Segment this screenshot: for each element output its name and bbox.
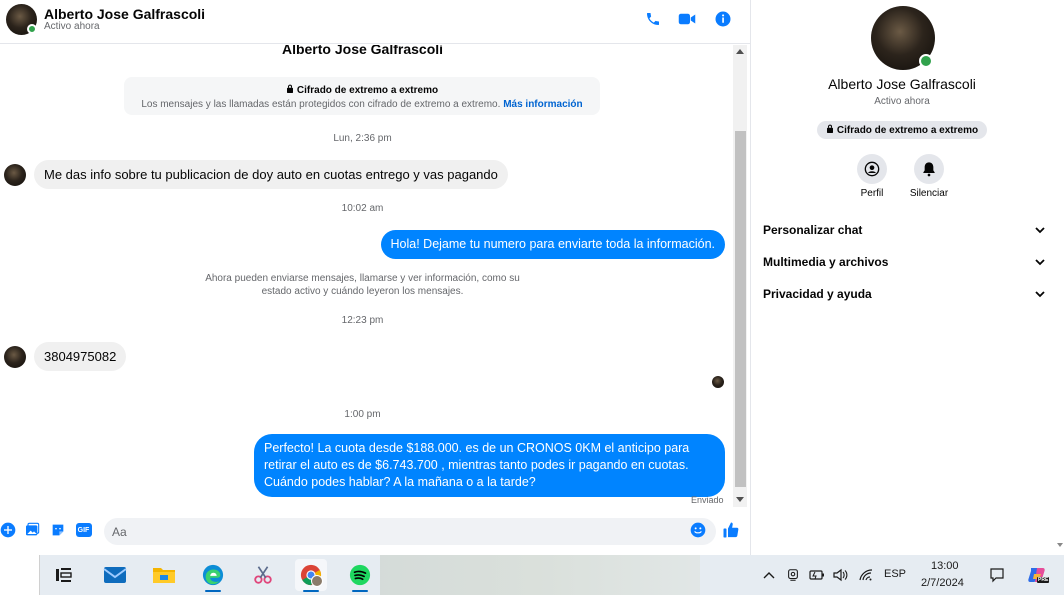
encryption-badge-label: Cifrado de extremo a extremo: [836, 124, 979, 136]
copilot-icon[interactable]: PRE: [1027, 565, 1050, 585]
encryption-badge[interactable]: Cifrado de extremo a extremo: [817, 121, 987, 139]
volume-icon[interactable]: [832, 567, 848, 583]
encryption-title: Cifrado de extremo a extremo: [296, 84, 439, 96]
mute-button[interactable]: Silenciar: [899, 154, 959, 199]
chevron-up-icon[interactable]: [761, 567, 777, 583]
mail-icon[interactable]: [99, 559, 131, 591]
profile-icon: [857, 154, 887, 184]
sender-avatar[interactable]: [4, 346, 26, 368]
task-view-icon[interactable]: [48, 559, 80, 591]
edge-icon[interactable]: [197, 559, 229, 592]
clock-date[interactable]: 2/7/2024: [921, 577, 964, 589]
chevron-down-icon: [1035, 255, 1045, 269]
gif-icon[interactable]: GIF: [75, 522, 92, 538]
scroll-up-arrow[interactable]: [736, 49, 744, 54]
thread-contact-name: Alberto Jose Galfrascoli: [281, 45, 444, 57]
section-label: Personalizar chat: [763, 223, 863, 237]
taskbar-search[interactable]: [0, 555, 40, 595]
profile-name[interactable]: Alberto Jose Galfrascoli: [751, 76, 1053, 92]
phone-icon[interactable]: [643, 9, 663, 29]
copilot-badge: PRE: [1037, 577, 1050, 583]
messenger-window: Alberto Jose Galfrascoli Activo ahora Al…: [0, 0, 1064, 555]
more-info-link[interactable]: Más información: [503, 99, 582, 110]
chevron-down-icon: [1035, 223, 1045, 237]
message-thread: Alberto Jose Galfrascoli Cifrado de extr…: [0, 45, 733, 507]
profile-status: Activo ahora: [874, 96, 930, 107]
emoji-icon[interactable]: [690, 522, 706, 538]
profile-button[interactable]: Perfil: [842, 154, 902, 199]
timestamp: 10:02 am: [341, 203, 384, 214]
sent-status: Enviado: [691, 495, 724, 505]
chrome-profile-avatar: [311, 575, 323, 587]
snipping-tool-icon[interactable]: [247, 559, 279, 591]
section-label: Multimedia y archivos: [763, 255, 889, 269]
video-icon[interactable]: [677, 9, 697, 29]
chevron-down-icon: [1035, 287, 1045, 301]
scroll-thumb[interactable]: [735, 131, 746, 487]
image-icon[interactable]: [24, 522, 40, 538]
timestamp: 1:00 pm: [344, 409, 381, 420]
notifications-icon[interactable]: [988, 566, 1006, 584]
timestamp: Lun, 2:36 pm: [333, 133, 392, 144]
mute-label: Silenciar: [909, 188, 949, 199]
spotify-icon[interactable]: [344, 559, 376, 592]
plus-icon[interactable]: [0, 522, 16, 538]
lock-icon: [286, 84, 294, 96]
encryption-description: Los mensajes y las llamadas están proteg…: [141, 99, 501, 110]
bell-icon: [914, 154, 944, 184]
like-icon[interactable]: [721, 520, 741, 540]
profile-label: Perfil: [860, 188, 884, 199]
wifi-icon[interactable]: [858, 567, 874, 583]
windows-taskbar: ESP 13:00 2/7/2024 PRE: [0, 555, 1064, 595]
seen-receipt-avatar: [712, 376, 724, 388]
chat-header: Alberto Jose Galfrascoli Activo ahora: [0, 0, 750, 44]
meet-now-icon[interactable]: [785, 567, 801, 583]
online-indicator: [919, 54, 933, 68]
section-media-files[interactable]: Multimedia y archivos: [763, 251, 1045, 273]
scroll-down-arrow[interactable]: [736, 497, 744, 502]
chat-scrollbar[interactable]: [733, 45, 747, 507]
section-customize-chat[interactable]: Personalizar chat: [763, 219, 1045, 241]
contact-status: Activo ahora: [44, 21, 100, 32]
timestamp: 12:23 pm: [341, 315, 384, 326]
side-scroll-down-arrow[interactable]: [1057, 543, 1063, 547]
conversation-info-panel: Alberto Jose Galfrascoli Activo ahora Ci…: [750, 0, 1064, 555]
outgoing-message[interactable]: Hola! Dejame tu numero para enviarte tod…: [380, 230, 725, 259]
gif-label: GIF: [75, 523, 92, 537]
sender-avatar[interactable]: [4, 164, 26, 186]
outgoing-message[interactable]: Perfecto! La cuota desde $188.000. es de…: [254, 434, 725, 497]
chrome-icon[interactable]: [295, 559, 327, 592]
contact-name[interactable]: Alberto Jose Galfrascoli: [44, 6, 205, 22]
message-input[interactable]: [104, 518, 716, 545]
section-label: Privacidad y ayuda: [763, 287, 872, 301]
online-indicator: [27, 24, 37, 34]
language-indicator[interactable]: ESP: [884, 568, 906, 580]
battery-icon[interactable]: [809, 567, 825, 583]
file-explorer-icon[interactable]: [148, 559, 180, 591]
system-message: Ahora pueden enviarse mensajes, llamarse…: [205, 273, 520, 297]
lock-icon: [826, 124, 834, 136]
info-icon[interactable]: [713, 9, 733, 29]
incoming-message[interactable]: 3804975082: [34, 342, 127, 371]
message-composer: GIF: [0, 515, 750, 547]
section-privacy-help[interactable]: Privacidad y ayuda: [763, 283, 1045, 305]
sticker-icon[interactable]: [50, 522, 66, 538]
encryption-notice: Cifrado de extremo a extremo Los mensaje…: [124, 77, 600, 115]
clock-time[interactable]: 13:00: [931, 560, 959, 572]
incoming-message[interactable]: Me das info sobre tu publicacion de doy …: [34, 160, 508, 189]
